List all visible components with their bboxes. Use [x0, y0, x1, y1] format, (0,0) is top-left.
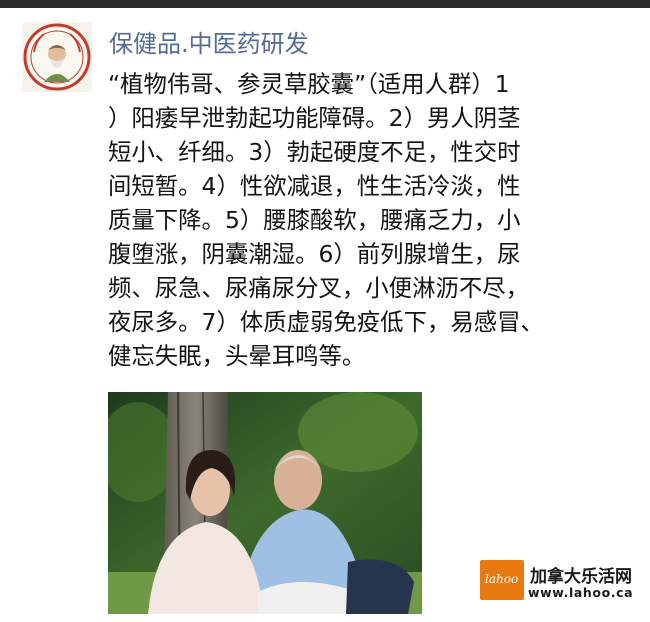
post-author-name[interactable]: 保健品.中医药研发	[109, 24, 309, 59]
lahoo-logo-text: lahoo	[485, 572, 519, 586]
avatar-image	[22, 22, 92, 92]
watermark-url: www.lahoo.ca	[528, 585, 634, 600]
lahoo-logo: lahoo	[480, 560, 524, 600]
couple-photo-image	[108, 392, 422, 614]
watermark-site-name: 加拿大乐活网	[530, 567, 632, 587]
post-photo[interactable]	[108, 392, 422, 614]
site-watermark: lahoo 加拿大乐活网 www.lahoo.ca	[480, 560, 650, 606]
avatar[interactable]	[22, 22, 92, 92]
post-text: “植物伟哥、参灵草胶囊”（适用人群）1 ）阳痿早泄勃起功能障碍。2）男人阴茎 短…	[108, 70, 544, 370]
status-bar	[0, 0, 650, 8]
